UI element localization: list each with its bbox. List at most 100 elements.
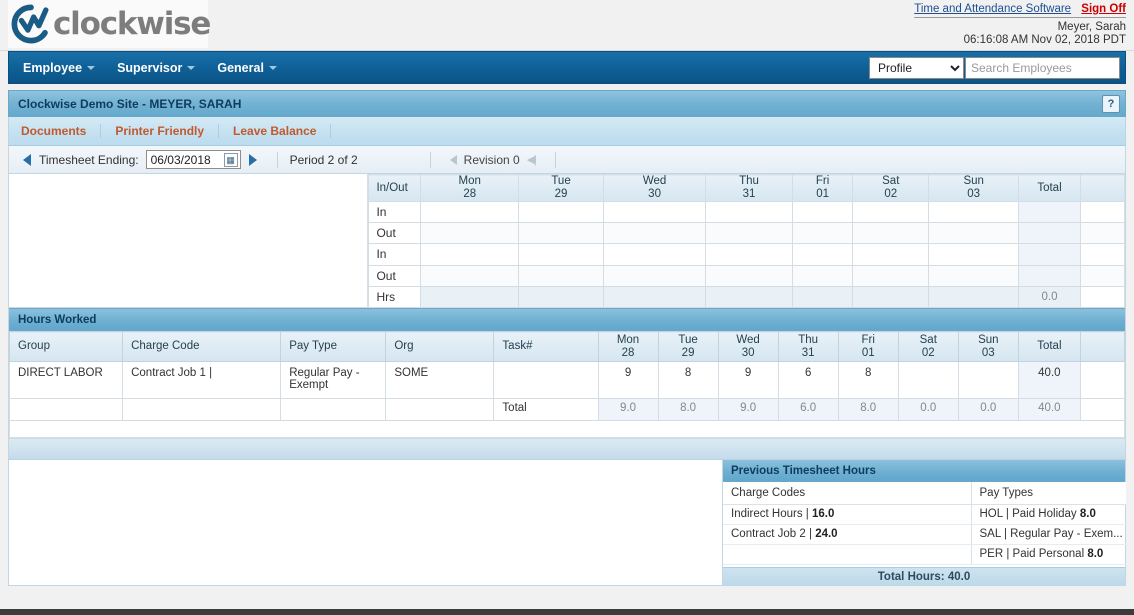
sign-off-link[interactable]: Sign Off	[1081, 3, 1126, 15]
link-leave-balance[interactable]: Leave Balance	[219, 124, 332, 138]
inout-spacer-cell	[1080, 264, 1125, 287]
inout-cell[interactable]	[791, 222, 854, 245]
inout-cell[interactable]	[791, 200, 854, 224]
cell-hours-sun[interactable]	[957, 361, 1019, 399]
inout-cell[interactable]	[517, 200, 605, 224]
inout-cell[interactable]	[852, 264, 930, 287]
inout-cell[interactable]	[852, 200, 930, 224]
cell-hours-fri[interactable]: 8	[837, 361, 899, 399]
link-documents[interactable]: Documents	[9, 124, 102, 138]
next-timesheet-arrow-icon[interactable]	[248, 153, 257, 166]
app-title-link[interactable]: Time and Attendance Software	[914, 3, 1071, 15]
inout-cell[interactable]	[928, 243, 1019, 266]
nav-item-supervisor[interactable]: Supervisor	[103, 52, 203, 83]
inout-cell[interactable]	[420, 222, 519, 245]
hw-day-header-thu: Thu 31	[777, 331, 839, 362]
inout-spacer-cell	[1080, 285, 1125, 309]
inout-cell[interactable]	[420, 243, 519, 266]
inout-cell[interactable]	[420, 264, 519, 287]
col-org: Org	[385, 331, 495, 362]
hours-worked-total-row: Total 9.0 8.0 9.0 6.0 8.0 0.0 0.0 40.0	[8, 398, 1126, 421]
page-root: clockwise Time and Attendance Software S…	[0, 0, 1134, 615]
col-group: Group	[8, 331, 124, 362]
inout-cell[interactable]	[603, 264, 707, 287]
nav-item-employee[interactable]: Employee	[9, 52, 103, 83]
list-item: Indirect Hours | 16.0 HOL | Paid Holiday…	[723, 504, 1126, 525]
inout-cell[interactable]	[928, 222, 1019, 245]
pay-type-row-3: PER | Paid Personal 8.0	[971, 544, 1126, 565]
profile-select[interactable]: Profile	[869, 57, 964, 79]
inout-cell[interactable]	[603, 200, 707, 224]
cell-hours-mon[interactable]: 9	[597, 361, 659, 399]
timesheet-date-field[interactable]: 06/03/2018 ▦	[145, 150, 241, 169]
search-input[interactable]	[965, 57, 1120, 79]
cell-task[interactable]	[493, 361, 599, 399]
inout-label-header: In/Out	[368, 174, 422, 202]
inout-spacer-header	[1080, 174, 1125, 202]
divider	[555, 151, 557, 168]
cell-org[interactable]: SOME	[385, 361, 495, 399]
previous-timesheet-arrow-icon[interactable]	[23, 153, 31, 166]
current-user: Meyer, Sarah	[1057, 21, 1126, 33]
cell-hours-thu[interactable]: 6	[777, 361, 839, 399]
inout-cell[interactable]	[928, 200, 1019, 224]
cell-row-total: 40.0	[1017, 361, 1081, 399]
inout-cell	[928, 285, 1019, 309]
cell-hours-wed[interactable]: 9	[717, 361, 779, 399]
nav-item-general-label: General	[217, 60, 264, 75]
inout-cell[interactable]	[420, 200, 519, 224]
link-printer-friendly[interactable]: Printer Friendly	[101, 124, 220, 138]
inout-cell[interactable]	[791, 243, 854, 266]
hw-day-header-wed: Wed 30	[717, 331, 779, 362]
period-indicator: Period 2 of 2	[289, 152, 358, 167]
inout-row-total	[1018, 222, 1081, 245]
inout-cell[interactable]	[852, 243, 930, 266]
inout-row-label: Hrs	[368, 285, 422, 309]
last-revision-arrow-icon[interactable]: ◀|	[527, 153, 537, 166]
previous-timesheet-header: Previous Timesheet Hours	[723, 460, 1125, 482]
cell-charge-code[interactable]: Contract Job 1 |	[122, 361, 282, 399]
hw-day-header-fri: Fri 01	[837, 331, 899, 362]
cell-pay-type[interactable]: Regular Pay - Exempt	[280, 361, 387, 399]
inout-cell[interactable]	[791, 264, 854, 287]
inout-row-label: Out	[368, 222, 422, 245]
inout-cell[interactable]	[705, 200, 793, 224]
hw-day-header-mon: Mon 28	[597, 331, 659, 362]
inout-cell[interactable]	[705, 222, 793, 245]
inout-row-total	[1018, 200, 1081, 224]
pay-type-name: PER | Paid Personal	[979, 548, 1085, 560]
inout-cell[interactable]	[852, 222, 930, 245]
hw-day-header-tue: Tue 29	[657, 331, 719, 362]
pay-type-name: SAL | Regular Pay - Exem...	[979, 528, 1123, 540]
inout-row-in-1: In	[368, 200, 1125, 224]
inout-cell[interactable]	[517, 264, 605, 287]
inout-cell[interactable]	[603, 243, 707, 266]
inout-cell	[603, 285, 707, 309]
cell-hours-sat[interactable]	[897, 361, 959, 399]
inout-cell	[420, 285, 519, 309]
inout-row-label: In	[368, 243, 422, 266]
brand-logo[interactable]: clockwise	[8, 0, 211, 48]
inout-cell[interactable]	[705, 264, 793, 287]
inout-cell[interactable]	[705, 243, 793, 266]
calendar-icon[interactable]: ▦	[223, 153, 238, 167]
help-icon[interactable]: ?	[1102, 95, 1120, 113]
top-header: clockwise Time and Attendance Software S…	[0, 0, 1134, 51]
inout-cell[interactable]	[928, 264, 1019, 287]
total-blank	[8, 398, 124, 421]
charge-code-hours: 16.0	[811, 508, 835, 520]
previous-revision-arrow-icon[interactable]	[449, 154, 457, 165]
inout-cell[interactable]	[603, 222, 707, 245]
inout-cell[interactable]	[517, 243, 605, 266]
cell-hours-tue[interactable]: 8	[657, 361, 719, 399]
inout-row-total	[1018, 264, 1081, 287]
total-wed: 9.0	[717, 398, 779, 421]
nav-item-general[interactable]: General	[203, 52, 285, 83]
timesheet-nav-bar: Timesheet Ending: 06/03/2018 ▦ Period 2 …	[8, 146, 1126, 174]
inout-cell	[517, 285, 605, 309]
inout-cell[interactable]	[517, 222, 605, 245]
action-links-bar: Documents Printer Friendly Leave Balance	[8, 117, 1126, 146]
hours-worked-table: Group Charge Code Pay Type Org Task# Mon…	[8, 331, 1126, 438]
inout-row-out-1: Out	[368, 222, 1125, 245]
inout-cell	[791, 285, 854, 309]
